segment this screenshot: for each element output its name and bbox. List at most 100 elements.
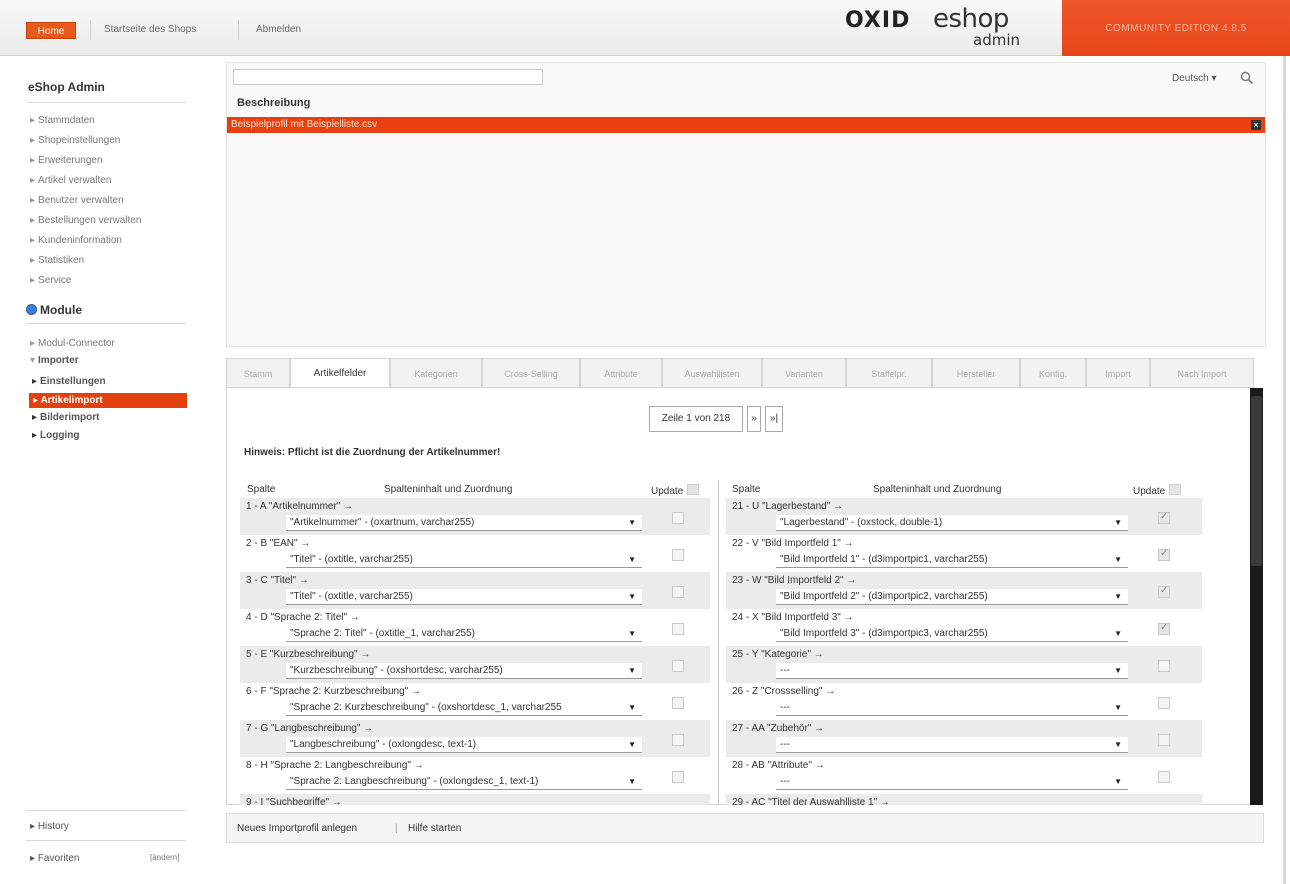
next-row-button[interactable]: » [747,406,761,432]
field-mapping-select[interactable]: --- ▼ [776,663,1128,679]
field-mapping-select[interactable]: "Kurzbeschreibung" - (oxshortdesc, varch… [286,663,642,679]
tab-konfig[interactable]: Konfig. [1020,358,1086,388]
search-input[interactable] [233,69,543,85]
update-checkbox[interactable] [1158,622,1170,635]
help-link[interactable]: Hilfe starten [408,823,461,834]
source-column-label: 22 - V "Bild Importfeld 1" → [732,538,854,549]
sidebar-item-artikel[interactable]: ▸ Artikel verwalten [30,175,111,186]
field-mapping-select[interactable]: "Sprache 2: Kurzbeschreibung" - (oxshort… [286,700,642,716]
selected-field-value: --- [780,776,790,787]
sidebar-item-artikelimport[interactable]: ▸ Artikelimport [29,393,187,408]
chevron-down-icon: ▼ [628,703,636,712]
language-select[interactable]: Deutsch ▾ [1172,73,1217,84]
sidebar-item-erweiterungen[interactable]: ▸ Erweiterungen [30,155,103,166]
bullet-icon: ▸ [30,338,36,349]
source-column-label: 7 - G "Langbeschreibung" → [246,723,374,734]
sidebar: eShop Admin ▸ Stammdaten ▸ Shopeinstellung… [22,60,192,880]
field-mapping-select[interactable]: "Bild Importfeld 3" - (d3importpic3, var… [776,626,1128,642]
last-row-button[interactable]: »| [765,406,783,432]
sidebar-item-bestellungen[interactable]: ▸ Bestellungen verwalten [30,215,141,226]
sidebar-item-label: Shopeinstellungen [38,135,121,146]
tab-artikelfelder[interactable]: Artikelfelder [290,358,390,388]
sidebar-item-stammdaten[interactable]: ▸ Stammdaten [30,115,95,126]
field-mapping-select[interactable]: --- ▼ [776,737,1128,753]
sidebar-item-label: Importer [38,355,79,366]
tab-staffelpreise[interactable]: Staffelpr. [846,358,932,388]
update-checkbox[interactable] [672,586,684,598]
favorites-change-link[interactable]: [ändern] [150,853,179,862]
field-mapping-select[interactable]: --- ▼ [776,774,1128,790]
select-all-icon[interactable] [687,484,700,495]
sidebar-item-benutzer[interactable]: ▸ Benutzer verwalten [30,195,124,206]
field-mapping-select[interactable]: "Bild Importfeld 1" - (d3importpic1, var… [776,552,1128,568]
profile-row[interactable]: Beispielprofil mit Beispielliste.csv × [227,117,1265,133]
sidebar-item-shopeinstellungen[interactable]: ▸ Shopeinstellungen [30,135,120,146]
tab-import[interactable]: Import [1086,358,1150,388]
sidebar-item-importer[interactable]: ▾ Importer [30,355,79,366]
logout-link[interactable]: Abmelden [256,24,301,35]
column-header-beschreibung[interactable]: Beschreibung [237,97,310,109]
field-mapping-select[interactable]: "Titel" - (oxtitle, varchar255) ▼ [286,552,642,568]
source-column-label: 4 - D "Sprache 2: Titel" → [246,612,360,623]
update-checkbox[interactable] [1158,548,1170,561]
update-checkbox[interactable] [1158,511,1170,524]
field-mapping-select[interactable]: "Bild Importfeld 2" - (d3importpic2, var… [776,589,1128,605]
update-label: Update [651,486,684,497]
mapping-row: 2 - B "EAN" → "Titel" - (oxtitle, varchar… [240,535,710,572]
field-mapping-select[interactable]: "Artikelnummer" - (oxartnum, varchar255)… [286,515,642,531]
history-link[interactable]: ▸ History [30,821,69,832]
sidebar-item-service[interactable]: ▸ Service [30,275,71,286]
update-checkbox[interactable] [1158,734,1170,746]
tab-cross-selling[interactable]: Cross-Selling [482,358,580,388]
update-checkbox[interactable] [1158,771,1170,783]
sidebar-item-statistiken[interactable]: ▸ Statistiken [30,255,84,266]
bullet-icon: ▸ [30,853,38,864]
module-heading: Module [26,303,82,317]
tab-kategorien[interactable]: Kategorien [390,358,482,388]
update-checkbox[interactable] [1158,697,1170,709]
field-mapping-select[interactable]: "Sprache 2: Langbeschreibung" - (oxlongd… [286,774,642,790]
update-checkbox[interactable] [672,734,684,746]
field-mapping-select[interactable]: "Langbeschreibung" - (oxlongdesc, text-1… [286,737,642,753]
home-button[interactable]: Home [26,22,76,39]
sidebar-item-einstellungen[interactable]: ▸ Einstellungen [32,376,106,387]
search-icon[interactable] [1240,71,1254,85]
chevron-down-icon: ▼ [628,666,636,675]
tab-bar: Stamm Artikelfelder Kategorien Cross-Sel… [226,358,1254,388]
tab-nach-import[interactable]: Nach Import [1150,358,1254,388]
sidebar-title: eShop Admin [28,80,105,94]
header-update-left[interactable]: Update [651,484,700,497]
header-inhalt-right: Spalteninhalt und Zuordnung [873,484,1002,495]
update-checkbox[interactable] [672,549,684,561]
update-checkbox[interactable] [1158,585,1170,598]
field-mapping-select[interactable]: "Sprache 2: Titel" - (oxtitle_1, varchar… [286,626,642,642]
scrollbar-thumb[interactable] [1251,396,1262,566]
update-checkbox[interactable] [672,623,684,635]
sidebar-item-kundeninformation[interactable]: ▸ Kundeninformation [30,235,122,246]
update-checkbox[interactable] [672,512,684,524]
field-mapping-select[interactable]: "Lagerbestand" - (oxstock, double-1) ▼ [776,515,1128,531]
history-label: History [37,821,69,832]
favorites-link[interactable]: ▸ Favoriten [30,853,80,864]
update-checkbox[interactable] [672,697,684,709]
select-all-icon[interactable] [1169,484,1182,495]
sidebar-item-bilderimport[interactable]: ▸ Bilderimport [32,412,99,423]
delete-icon[interactable]: × [1251,120,1261,130]
header-update-right[interactable]: Update [1133,484,1182,497]
update-checkbox[interactable] [672,660,684,672]
tab-stamm[interactable]: Stamm [226,358,290,388]
shop-frontpage-link[interactable]: Startseite des Shops [104,24,196,35]
sidebar-item-logging[interactable]: ▸ Logging [32,430,79,441]
field-mapping-select[interactable]: "Titel" - (oxtitle, varchar255) ▼ [286,589,642,605]
sidebar-item-modul-connector[interactable]: ▸ Modul-Connector [30,338,115,349]
selected-field-value: "Bild Importfeld 2" - (d3importpic2, var… [780,591,988,602]
field-mapping-select[interactable]: --- ▼ [776,700,1128,716]
chevron-down-icon: ▼ [1114,777,1122,786]
tab-varianten[interactable]: Varianten [762,358,846,388]
update-checkbox[interactable] [1158,660,1170,672]
tab-attribute[interactable]: Attribute [580,358,662,388]
tab-hersteller[interactable]: Hersteller [932,358,1020,388]
new-profile-link[interactable]: Neues Importprofil anlegen [237,823,357,834]
tab-auswahllisten[interactable]: Auswahllisten [662,358,762,388]
update-checkbox[interactable] [672,771,684,783]
